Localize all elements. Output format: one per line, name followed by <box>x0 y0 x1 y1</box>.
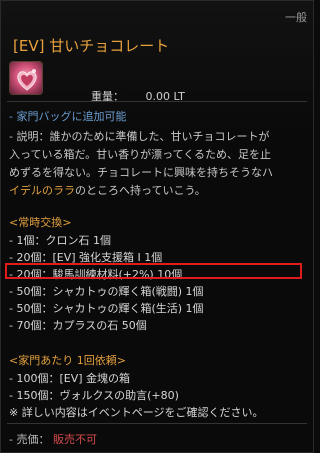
heart-chocolate-box-icon <box>9 61 43 95</box>
exchange-item: - 50個：シャカトゥの輝く箱(生活) 1個 <box>9 302 204 315</box>
request-item: - 100個：[EV] 金塊の箱 <box>9 372 131 385</box>
family-bag-notice: - 家門バッグに追加可能 <box>9 110 127 123</box>
request-item: - 150個：ヴォルクスの助言(+80) <box>9 389 179 402</box>
sell-price-value: 販売不可 <box>52 433 97 446</box>
description-line: イデルのララのところへ持っていこう。 <box>9 184 206 197</box>
item-tooltip: 一般 [EV] 甘いチョコレート 重量： 0.00 LT - 家門バッグに追加可… <box>0 0 314 453</box>
description-line: めずるを得ない。チョコレートに興味を持ちそうなハ <box>9 166 273 179</box>
divider <box>7 101 307 102</box>
npc-name-highlight: イデルのララ <box>9 184 75 197</box>
sell-price-label: - 売価： <box>9 433 50 446</box>
exchange-item: - 70個：カプラスの石 50個 <box>9 319 147 332</box>
exchange-heading: <常時交換> <box>9 216 72 229</box>
event-note: ※ 詳しい内容はイベントページをご確認ください。 <box>9 406 264 419</box>
description-line: 入っている箱だ。甘い香りが漂ってくるため、足を止 <box>9 148 272 161</box>
item-description: - 説明：誰かのために準備した、甘いチョコレートが 入っている箱だ。甘い香りが漂… <box>9 128 309 200</box>
divider <box>7 423 307 424</box>
description-line: - 説明：誰かのために準備した、甘いチョコレートが <box>9 130 270 143</box>
request-heading: <家門あたり 1回依頼> <box>9 354 126 367</box>
exchange-item: - 50個：シャカトゥの輝く箱(戦闘) 1個 <box>9 285 204 298</box>
item-title: [EV] 甘いチョコレート <box>13 37 170 55</box>
exchange-item: - 1個：クロン石 1個 <box>9 234 111 247</box>
sell-price-row: - 売価： 販売不可 <box>9 431 97 447</box>
item-grade: 一般 <box>285 11 307 24</box>
highlight-box <box>5 263 302 279</box>
